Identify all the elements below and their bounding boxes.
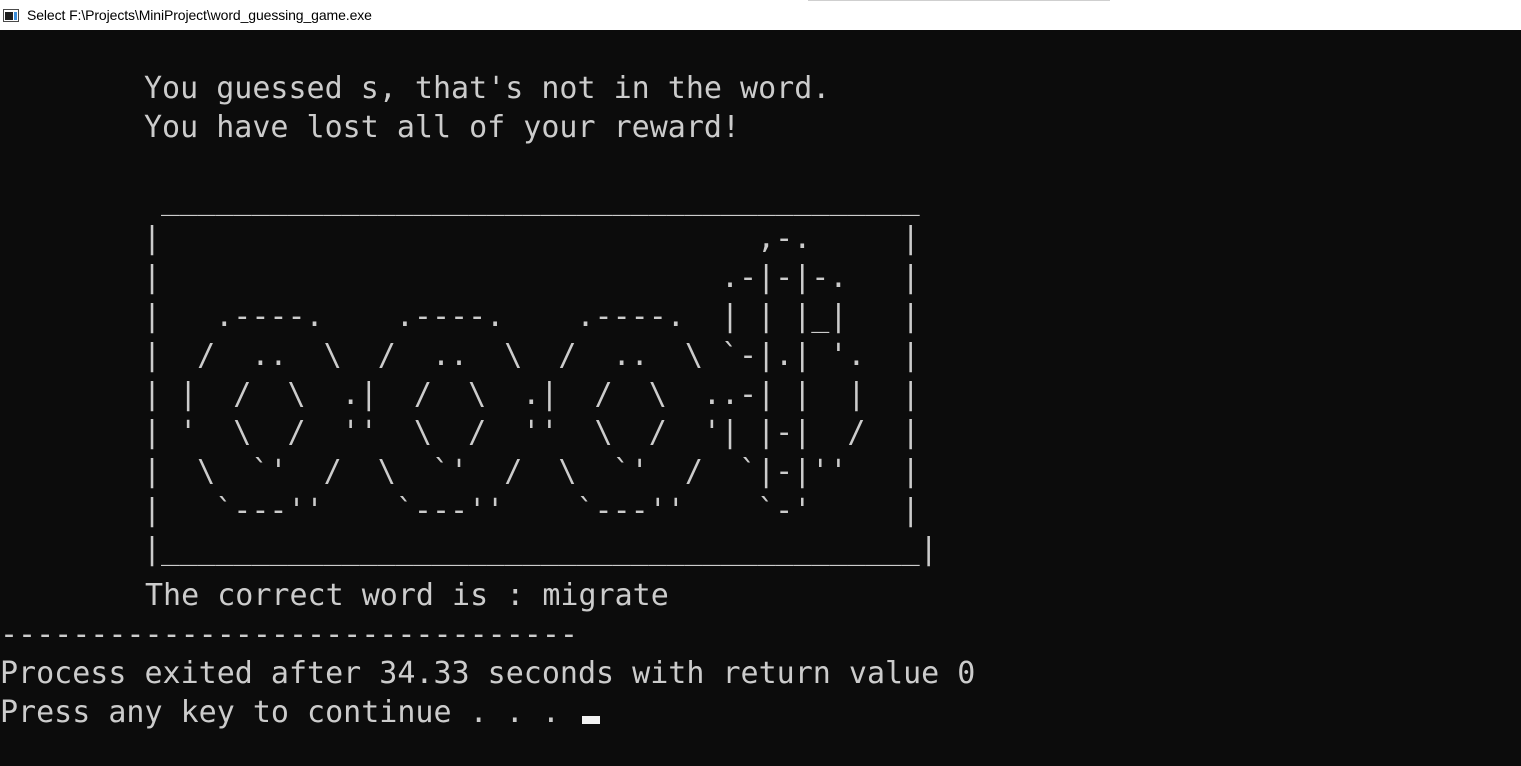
title-bar-divider [808,0,1110,1]
console-output[interactable]: You guessed s, that's not in the word. Y… [0,30,1521,766]
ascii-art-banner: ________________________________________… [143,182,938,568]
text-cursor [581,716,600,724]
continue-prompt-line: Press any key to continue . . . [0,694,600,732]
reward-lost-message: You have lost all of your reward! [144,110,741,145]
process-exit-line: Process exited after 34.33 seconds with … [0,656,976,691]
guess-result-message: You guessed s, that's not in the word. [144,71,831,106]
window-title: Select F:\Projects\MiniProject\word_gues… [27,7,372,23]
separator-line: -------------------------------- [0,617,578,652]
title-bar[interactable]: Select F:\Projects\MiniProject\word_gues… [0,0,1521,30]
console-window-icon [3,8,19,22]
console-window: Select F:\Projects\MiniProject\word_gues… [0,0,1521,766]
continue-prompt-text: Press any key to continue . . . [0,695,578,730]
correct-word-line: The correct word is : migrate [145,578,669,613]
